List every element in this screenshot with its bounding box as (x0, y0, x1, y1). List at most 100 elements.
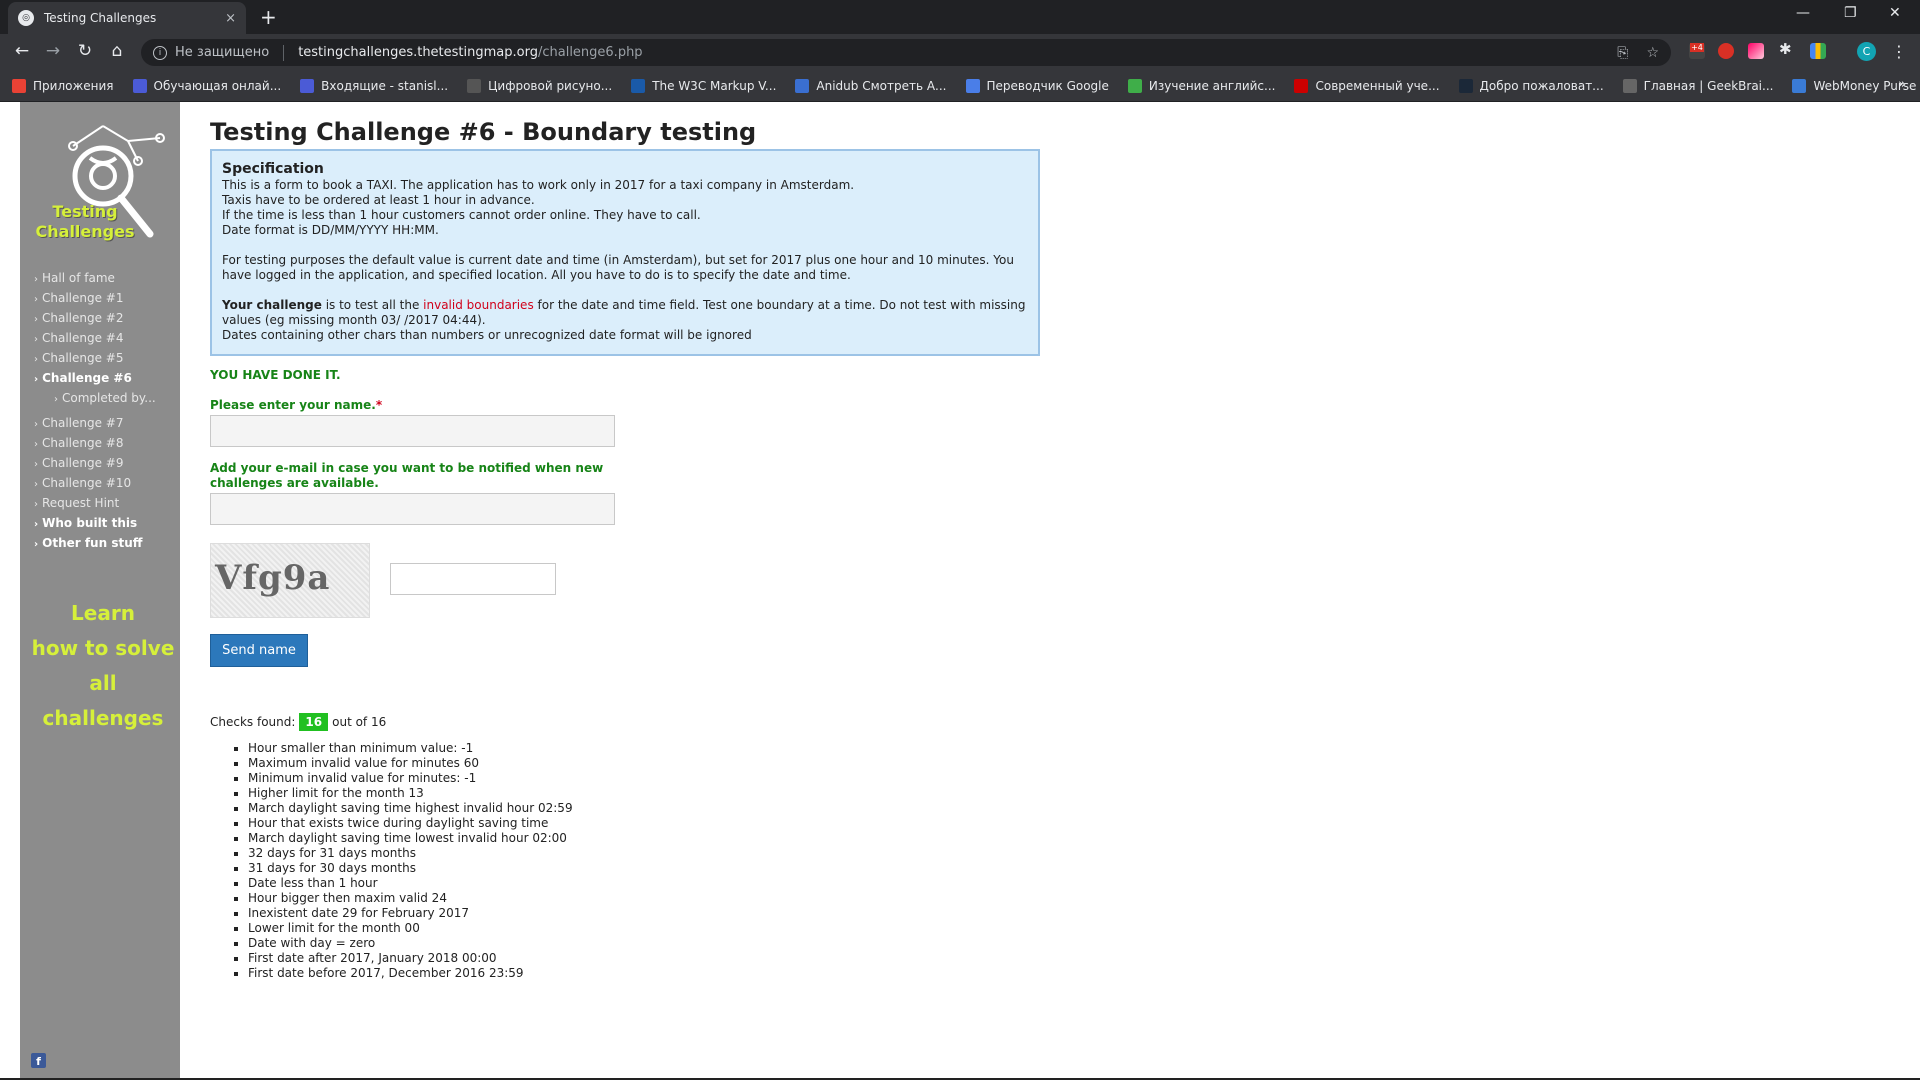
email-input[interactable] (210, 493, 615, 525)
sidebar-item-label: Challenge #5 (42, 351, 124, 365)
list-item: 31 days for 30 days months (248, 861, 573, 876)
challenge-bold: Your challenge (222, 298, 322, 312)
chevron-right-icon: › (34, 539, 39, 550)
settings-gear-icon[interactable]: ✱ (1779, 40, 1795, 58)
profile-avatar[interactable]: C (1857, 42, 1876, 61)
spec-line-2: Taxis have to be ordered at least 1 hour… (222, 193, 535, 207)
bookmark-item[interactable]: Добро пожаловат... (1458, 78, 1604, 93)
bookmark-label: Главная | GeekBrai... (1643, 78, 1774, 93)
minimize-icon[interactable]: — (1796, 5, 1810, 21)
name-input[interactable] (210, 415, 615, 447)
bookmark-item[interactable]: Современный уче... (1294, 78, 1440, 93)
bookmark-item[interactable]: Входящие - stanisl... (300, 78, 448, 93)
email-label-line-2: challenges are available. (210, 476, 379, 490)
webmoney-icon (1792, 78, 1807, 93)
sidebar-item-label: Challenge #2 (42, 311, 124, 325)
challenge-highlight: invalid boundaries (423, 298, 534, 312)
close-window-icon[interactable]: ✕ (1889, 5, 1901, 21)
bookmark-item[interactable]: Обучающая онлай... (132, 78, 281, 93)
page-left-margin (0, 102, 20, 1080)
url-path: /challenge6.php (537, 45, 643, 60)
list-item: First date after 2017, January 2018 00:0… (248, 951, 573, 966)
sidebar-item-challenge-2[interactable]: › Challenge #2 (34, 308, 156, 328)
anidub-icon (795, 78, 810, 93)
sidebar-item-completed-by[interactable]: › Completed by... (34, 388, 156, 408)
reload-icon[interactable]: ↻ (74, 41, 96, 61)
list-item: Higher limit for the month 13 (248, 786, 573, 801)
bookmarks-overflow-icon[interactable]: » (1898, 77, 1906, 92)
chevron-right-icon: › (34, 354, 38, 365)
mail-icon (300, 78, 315, 93)
checks-list: Hour smaller than minimum value: -1 Maxi… (248, 741, 573, 981)
extension-puzzle-icon[interactable] (1810, 43, 1826, 59)
chevron-right-icon: › (34, 274, 38, 285)
chevron-right-icon: › (34, 374, 39, 385)
bookmark-item[interactable]: Anidub Смотреть А... (795, 78, 947, 93)
browser-tab[interactable]: ◎ Testing Challenges × (8, 2, 246, 34)
bookmark-label: Переводчик Google (986, 78, 1109, 93)
logo-text[interactable]: Testing Challenges (30, 202, 140, 242)
chevron-right-icon: › (34, 459, 38, 470)
list-item: 32 days for 31 days months (248, 846, 573, 861)
list-item: First date before 2017, December 2016 23… (248, 966, 573, 981)
restore-icon[interactable]: ❐ (1844, 5, 1857, 21)
captcha-input[interactable] (390, 563, 556, 595)
spec-paragraph-testing: For testing purposes the default value i… (222, 253, 1014, 282)
w3c-icon (631, 78, 646, 93)
extension-notification-icon[interactable]: +4 (1689, 43, 1705, 59)
name-label: Please enter your name.* (210, 398, 382, 413)
bookmark-item[interactable]: The W3C Markup V... (631, 78, 777, 93)
bookmark-label: The W3C Markup V... (652, 78, 777, 93)
specification-box: Specification This is a form to book a T… (210, 149, 1040, 356)
spec-heading: Specification (222, 161, 324, 177)
sidebar-item-hall-of-fame[interactable]: › Hall of fame (34, 268, 156, 288)
new-tab-button[interactable]: + (260, 5, 277, 29)
tab-close-icon[interactable]: × (225, 11, 236, 26)
chevron-right-icon: › (54, 394, 58, 405)
send-name-button[interactable]: Send name (210, 634, 308, 667)
home-icon[interactable]: ⌂ (106, 41, 128, 61)
bookmark-label: Anidub Смотреть А... (816, 78, 947, 93)
bookmark-star-icon[interactable]: ☆ (1646, 45, 1659, 61)
sidebar-item-challenge-4[interactable]: › Challenge #4 (34, 328, 156, 348)
bookmark-label: Приложения (33, 78, 114, 93)
translate-icon[interactable]: ⎘ (1617, 45, 1628, 61)
folder-icon (467, 78, 482, 93)
sidebar-item-request-hint[interactable]: › Request Hint (34, 493, 156, 513)
sidebar-item-challenge-5[interactable]: › Challenge #5 (34, 348, 156, 368)
adblock-icon[interactable] (1718, 43, 1734, 59)
facebook-icon[interactable]: f (31, 1053, 46, 1068)
chevron-right-icon: › (34, 519, 39, 530)
steam-icon (1458, 78, 1473, 93)
bookmark-item[interactable]: Изучение английс... (1127, 78, 1276, 93)
bookmarks-bar: Приложения Обучающая онлай... Входящие - s… (0, 70, 1920, 102)
bookmark-item[interactable]: Главная | GeekBrai... (1622, 78, 1774, 93)
color-picker-icon[interactable] (1748, 43, 1764, 59)
browser-menu-icon[interactable]: ⋮ (1891, 42, 1907, 61)
list-item: Inexistent date 29 for February 2017 (248, 906, 573, 921)
sidebar-item-challenge-7[interactable]: › Challenge #7 (34, 413, 156, 433)
bookmark-item[interactable]: Приложения (12, 78, 114, 93)
email-label: Add your e-mail in case you want to be n… (210, 461, 603, 491)
sidebar-item-challenge-8[interactable]: › Challenge #8 (34, 433, 156, 453)
sidebar-item-challenge-6[interactable]: › Challenge #6 (34, 368, 156, 388)
sidebar-item-label: Challenge #8 (42, 436, 124, 450)
sidebar-item-challenge-9[interactable]: › Challenge #9 (34, 453, 156, 473)
checks-suffix: out of 16 (332, 715, 387, 729)
bookmark-item[interactable]: Цифровой рисуно... (467, 78, 612, 93)
site-info-icon[interactable]: i (153, 45, 167, 60)
browser-toolbar: ← → ↻ ⌂ i Не защищено testingchallenges.… (0, 34, 1920, 70)
sidebar-item-who-built-this[interactable]: › Who built this (34, 513, 156, 533)
forward-icon[interactable]: → (42, 41, 64, 61)
back-icon[interactable]: ← (11, 41, 33, 61)
sidebar-item-challenge-10[interactable]: › Challenge #10 (34, 473, 156, 493)
chevron-right-icon: › (34, 419, 38, 430)
sidebar-item-other-fun-stuff[interactable]: › Other fun stuff (34, 533, 156, 553)
address-bar[interactable]: i Не защищено testingchallenges.thetesti… (141, 39, 1671, 66)
learn-how-to-solve-link[interactable]: Learn how to solve all challenges (28, 596, 178, 736)
sidebar-item-label: Request Hint (42, 496, 120, 510)
bookmark-item[interactable]: Переводчик Google (965, 78, 1109, 93)
sidebar-item-challenge-1[interactable]: › Challenge #1 (34, 288, 156, 308)
list-item: Date less than 1 hour (248, 876, 573, 891)
bookmark-label: Изучение английс... (1148, 78, 1276, 93)
